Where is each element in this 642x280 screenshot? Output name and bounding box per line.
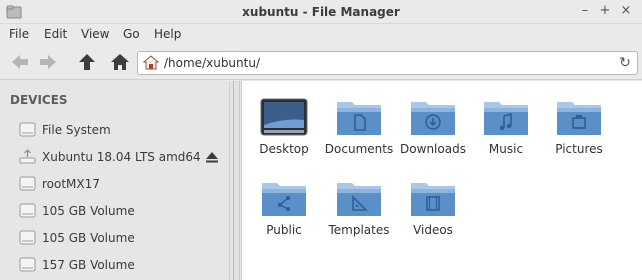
harddisk-icon	[19, 176, 36, 191]
folder-label: Videos	[413, 223, 453, 237]
folder-label: Pictures	[555, 142, 603, 156]
location-bar[interactable]: /home/xubuntu/ ↻	[137, 51, 638, 75]
sidebar-item-volume-3[interactable]: 157 GB Volume	[0, 253, 229, 277]
sidebar-item-rootmx17[interactable]: rootMX17	[0, 172, 229, 196]
folder-downloads[interactable]: Downloads	[393, 97, 473, 167]
folder-public[interactable]: Public	[244, 178, 324, 248]
sidebar-item-label: Xubuntu 18.04 LTS amd64	[42, 150, 201, 164]
sidebar-item-label: 105 GB Volume	[42, 231, 135, 245]
public-folder-icon	[262, 183, 306, 216]
harddisk-icon	[19, 203, 36, 218]
title-bar: xubuntu - File Manager – + ×	[0, 0, 642, 24]
location-path[interactable]: /home/xubuntu/	[164, 56, 260, 70]
documents-folder-icon	[337, 102, 381, 135]
maximize-button[interactable]: +	[597, 3, 613, 19]
devices-header: DEVICES	[10, 93, 68, 107]
videos-folder-icon	[411, 183, 455, 216]
menu-edit[interactable]: Edit	[44, 27, 67, 41]
menu-bar: File Edit View Go Help	[0, 24, 642, 44]
downloads-folder-icon	[411, 102, 455, 135]
minimize-button[interactable]: –	[577, 3, 593, 19]
menu-go[interactable]: Go	[123, 27, 140, 41]
menu-help[interactable]: Help	[154, 27, 181, 41]
usb-drive-icon	[19, 149, 36, 164]
folder-templates[interactable]: Templates	[319, 178, 399, 248]
folder-videos[interactable]: Videos	[393, 178, 473, 248]
sidebar-item-xubuntu-usb[interactable]: Xubuntu 18.04 LTS amd64	[0, 145, 229, 169]
sidebar-item-label: rootMX17	[42, 177, 100, 191]
harddisk-icon	[19, 230, 36, 245]
folder-documents[interactable]: Documents	[319, 97, 399, 167]
pane-splitter[interactable]	[229, 81, 240, 280]
forward-button[interactable]	[37, 52, 59, 72]
desktop-folder-icon	[260, 98, 308, 136]
templates-folder-icon	[337, 183, 381, 216]
folder-pictures[interactable]: Pictures	[539, 97, 619, 167]
sidebar-item-file-system[interactable]: File System	[0, 118, 229, 142]
sidebar-item-volume-2[interactable]: 105 GB Volume	[0, 226, 229, 250]
harddisk-icon	[19, 257, 36, 272]
menu-file[interactable]: File	[9, 27, 29, 41]
window-title: xubuntu - File Manager	[242, 5, 400, 19]
folder-desktop[interactable]: Desktop	[244, 97, 324, 167]
sidebar-item-label: 157 GB Volume	[42, 258, 135, 272]
eject-icon[interactable]	[205, 150, 219, 164]
pictures-folder-icon	[557, 102, 601, 135]
menu-view[interactable]: View	[81, 27, 109, 41]
home-button[interactable]	[109, 52, 131, 72]
sidebar-item-label: File System	[42, 123, 111, 137]
harddisk-icon	[19, 122, 36, 137]
music-folder-icon	[484, 102, 528, 135]
file-view: Desktop Documents Downloads Music Pictur…	[241, 81, 642, 280]
sidebar-item-label: 105 GB Volume	[42, 204, 135, 218]
reload-icon[interactable]: ↻	[616, 54, 634, 72]
home-icon	[143, 55, 159, 70]
parent-folder-button[interactable]	[76, 52, 98, 72]
close-button[interactable]: ×	[618, 3, 634, 19]
sidebar: DEVICES File System Xubuntu 18.04 LTS am…	[0, 81, 229, 280]
splitter-grip	[233, 81, 236, 280]
back-button[interactable]	[9, 52, 31, 72]
folder-music[interactable]: Music	[466, 97, 546, 167]
sidebar-item-volume-1[interactable]: 105 GB Volume	[0, 199, 229, 223]
